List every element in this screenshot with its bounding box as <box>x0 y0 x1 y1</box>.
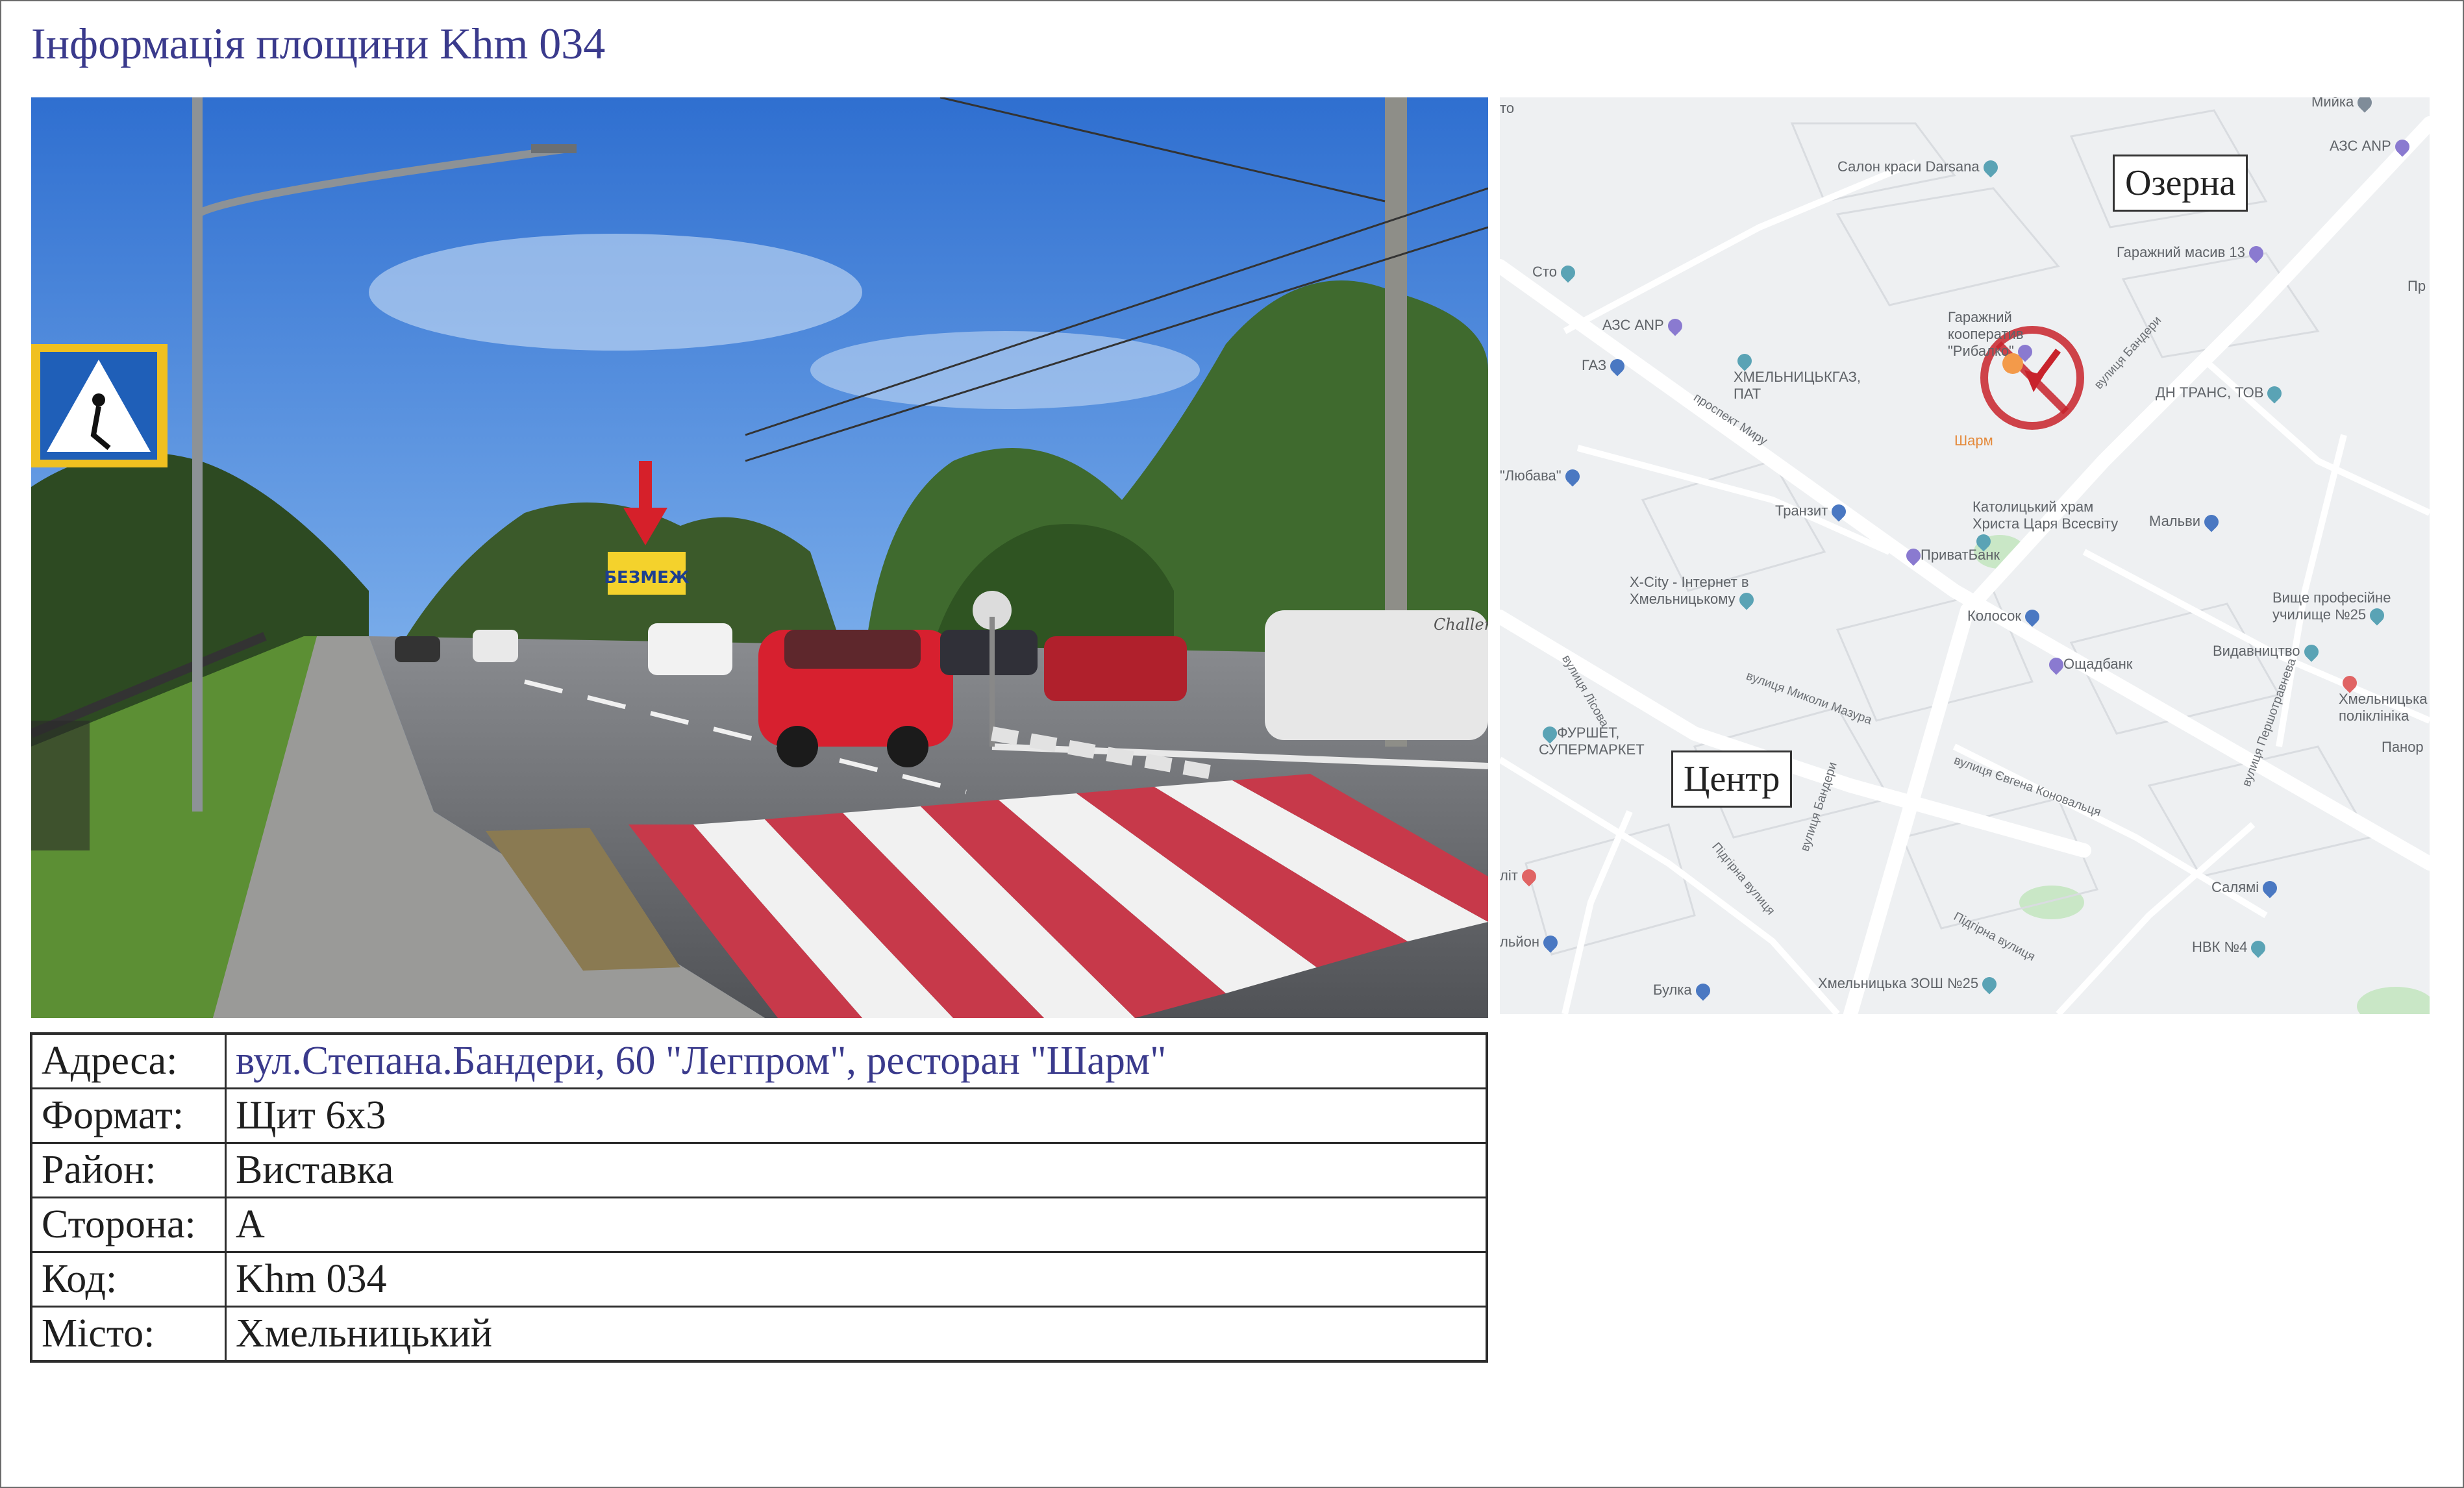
map-place: Католицький храм Христа Царя Всесвіту <box>1972 499 2122 552</box>
map-place: Транзит <box>1775 501 1849 522</box>
location-photo: БЕЗМЕЖ Challenger <box>31 97 1488 1018</box>
map-place: літ <box>1500 866 1539 887</box>
place-pin-icon <box>2367 605 2387 626</box>
place-pin-icon <box>2248 937 2269 958</box>
format-label: Формат: <box>30 1087 227 1144</box>
place-pin-icon <box>2392 136 2413 157</box>
place-pin-icon <box>1558 262 1578 283</box>
map-place: то <box>1500 100 1515 116</box>
map-place: льйон <box>1500 932 1561 953</box>
map-place: Гаражний масив 13 <box>2117 243 2267 264</box>
street-photo-illustration: БЕЗМЕЖ Challenger <box>31 97 1488 1018</box>
map-place: X-City - Інтернет в Хмельницькому <box>1630 574 1792 610</box>
place-pin-icon <box>2264 383 2285 404</box>
info-table: Адреса: вул.Степана.Бандери, 60 "Легпром… <box>30 1032 1488 1363</box>
place-pin-icon <box>2300 641 2322 662</box>
map-place: "Любава" <box>1500 466 1583 487</box>
map-place: Шарм <box>1954 432 1993 449</box>
map-place: Гаражний кооператив "Рибалко" <box>1948 309 2058 362</box>
map-place: ХМЕЛЬНИЦЬКГАЗ, ПАТ <box>1734 351 1861 403</box>
code-label: Код: <box>30 1251 227 1308</box>
page-title: Інформація площини Khm 034 <box>31 19 606 68</box>
place-pin-icon <box>1979 974 2000 995</box>
location-map: Мийка АЗС ANP Салон краси Darsana Гаражн… <box>1500 97 2430 1014</box>
map-place: Мийка <box>2311 97 2375 113</box>
code-value: Khm 034 <box>225 1251 1488 1308</box>
map-place: НВК №4 <box>2192 937 2269 958</box>
svg-text:Challenger: Challenger <box>1434 615 1488 634</box>
map-place: Ощадбанк <box>2045 654 2132 675</box>
map-place: АЗС ANP <box>1602 316 1686 336</box>
place-pin-icon <box>2246 243 2267 264</box>
area-callout-ozerna: Озерна <box>2113 155 2248 212</box>
address-value: вул.Степана.Бандери, 60 "Легпром", ресто… <box>225 1032 1488 1089</box>
map-place: Салямі <box>2211 878 2280 899</box>
city-label: Місто: <box>30 1306 227 1363</box>
district-label: Район: <box>30 1142 227 1198</box>
city-value: Хмельницький <box>225 1306 1488 1363</box>
map-place: Колосок <box>1967 606 2043 627</box>
address-label: Адреса: <box>30 1032 227 1089</box>
map-place: Вище професійне училище №25 <box>2272 589 2415 626</box>
place-pin-icon <box>1693 980 1713 1001</box>
table-row: Формат: Щит 6х3 <box>30 1087 1488 1144</box>
map-place: Хмельницька ЗОШ №25 <box>1818 974 2000 995</box>
area-callout-center: Центр <box>1671 750 1793 808</box>
map-place: ДН ТРАНС, ТОВ <box>2156 383 2285 404</box>
map-place: ФУРШЕТ, СУПЕРМАРКЕТ <box>1539 723 1645 758</box>
side-label: Сторона: <box>30 1197 227 1253</box>
map-place: Булка <box>1653 980 1713 1001</box>
place-pin-icon <box>2201 512 2222 532</box>
table-row: Місто: Хмельницький <box>30 1306 1488 1363</box>
table-row: Код: Khm 034 <box>30 1251 1488 1308</box>
map-place: Видавництво <box>2213 641 2322 662</box>
svg-text:БЕЗМЕЖ: БЕЗМЕЖ <box>604 568 690 588</box>
map-place: Салон краси Darsana <box>1837 157 2001 178</box>
map-place: Хмельницька поліклініка <box>2339 673 2430 725</box>
place-pin-icon <box>2015 341 2035 362</box>
map-place: Мальви <box>2149 512 2222 532</box>
place-pin-icon <box>1562 466 1583 487</box>
table-row: Сторона: А <box>30 1197 1488 1253</box>
place-pin-icon <box>1519 866 1539 887</box>
side-value: А <box>225 1197 1488 1253</box>
place-pin-icon <box>2022 606 2043 627</box>
map-place: Панор <box>2382 739 2424 755</box>
district-value: Виставка <box>225 1142 1488 1198</box>
table-row: Адреса: вул.Степана.Бандери, 60 "Легпром… <box>30 1032 1488 1089</box>
place-pin-icon <box>1665 316 1686 336</box>
map-place: АЗС ANP <box>2330 136 2413 157</box>
map-place: ПриватБанк <box>1902 545 2000 566</box>
place-pin-icon <box>1828 501 1849 522</box>
place-pin-icon <box>1607 356 1628 377</box>
place-pin-icon <box>2259 878 2280 899</box>
table-row: Район: Виставка <box>30 1142 1488 1198</box>
place-pin-icon <box>1980 157 2001 178</box>
place-pin-icon <box>1540 932 1561 953</box>
map-place: ГАЗ <box>1582 356 1628 377</box>
map-place: Сто <box>1532 262 1578 283</box>
place-pin-icon <box>1736 589 1757 610</box>
map-place: Пр <box>2408 278 2426 294</box>
format-value: Щит 6х3 <box>225 1087 1488 1144</box>
